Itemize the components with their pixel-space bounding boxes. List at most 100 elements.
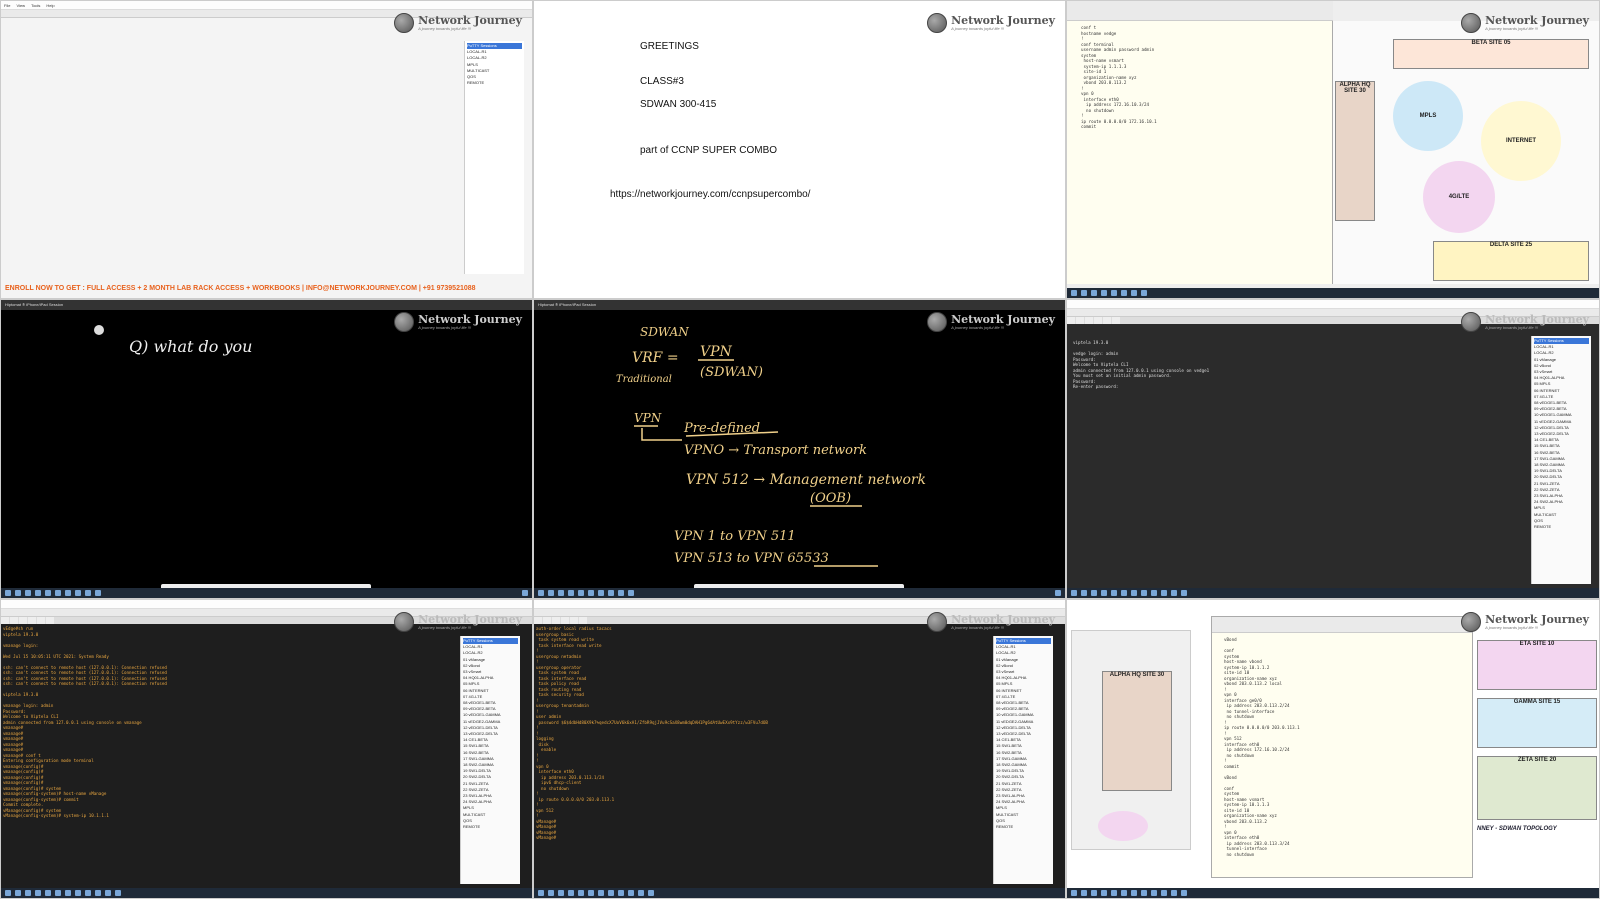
video-thumbnail-grid: File View Tools Help Network Journey A j… <box>0 0 1600 899</box>
menu-bar <box>534 600 1065 609</box>
tree-item[interactable]: REMOTE <box>996 824 1051 830</box>
menu-bar <box>1 600 532 609</box>
taskbar <box>1067 888 1599 898</box>
tree-item[interactable]: REMOTE <box>463 824 518 830</box>
code-line: ip address 203.0.113.2/24 <box>1224 703 1290 708</box>
console-output[interactable]: viptela 19.3.0 vedge login: admin Passwor… <box>1073 340 1209 390</box>
globe-icon <box>1461 312 1482 332</box>
slide-part: part of CCNP SUPER COMBO <box>640 145 778 156</box>
back-icon[interactable] <box>94 325 104 335</box>
taskbar <box>1067 588 1599 598</box>
arrow-line <box>641 428 682 441</box>
tree-item[interactable]: REMOTE <box>1534 524 1589 530</box>
hw-oob: (OOB) <box>810 491 851 506</box>
taskbar <box>534 588 1065 598</box>
menu-file[interactable]: File <box>4 3 10 8</box>
brand-logo: Network Journey A journey towards joyful… <box>394 612 522 632</box>
session-tree[interactable]: PuTTY Sessions LOCAL-R1 LOCAL-R2 MPLS MU… <box>464 41 524 274</box>
console-line: ssh: can't connect to remote host (127.0… <box>3 670 167 675</box>
menu-view[interactable]: View <box>16 3 25 8</box>
site-box: ZETA SITE 20 <box>1477 756 1597 820</box>
cloud <box>1098 811 1148 841</box>
code-line: ip address 172.16.10.2/24 <box>1224 747 1290 752</box>
whiteboard-canvas[interactable]: SDWAN VRF = VPN (SDWAN) Traditional VPN … <box>614 318 974 578</box>
brand-name: Network Journey <box>951 313 1055 326</box>
tile-console-config[interactable]: auth-order local radius tacacs usergroup … <box>533 599 1066 899</box>
hw-vpn-2: VPN <box>634 411 662 425</box>
window-title: Hiptomat ® iPhone/iPad Session <box>1 300 532 310</box>
editor-toolbar <box>1212 617 1472 633</box>
site-box: BETA SITE 05 <box>1393 39 1589 69</box>
menu-help[interactable]: Help <box>46 3 54 8</box>
editor-toolbar <box>1067 1 1333 21</box>
globe-icon <box>394 13 415 33</box>
console-line: vManage# <box>536 835 559 840</box>
site-box: ETA SITE 10 <box>1477 640 1597 690</box>
console-output[interactable]: vEdge#sh run viptela 19.3.0 vmanage login… <box>3 626 167 819</box>
menu-bar <box>1067 300 1599 309</box>
hw-vpn1-511: VPN 1 to VPN 511 <box>674 529 796 544</box>
console-line: password $6$4dbHd80X9k7%qedcX7UoV6k6xA1/… <box>536 719 768 725</box>
globe-icon <box>927 612 948 632</box>
cloud-mpls: MPLS <box>1393 81 1463 151</box>
handwriting-question: Q) what do you <box>129 337 252 356</box>
code-line: commit <box>1081 124 1097 129</box>
taskbar <box>534 888 1065 898</box>
tree-item[interactable]: REMOTE <box>467 80 522 86</box>
globe-icon <box>1461 13 1482 33</box>
brand-name: Network Journey <box>951 14 1055 27</box>
tile-notepad-topology[interactable]: ALPHA HQ SITE 30 vBond conf system host-na… <box>1066 599 1600 899</box>
enroll-banner: ENROLL NOW TO GET : FULL ACCESS + 2 MONT… <box>5 285 476 292</box>
brand-name: Network Journey <box>951 613 1055 626</box>
slide-url[interactable]: https://networkjourney.com/ccnpsupercomb… <box>610 189 810 200</box>
hw-sdwan: SDWAN <box>640 325 689 339</box>
editor-code: vBond conf system host-name vbond system-ip… <box>1224 637 1300 857</box>
tile-whiteboard-blank[interactable]: Hiptomat ® iPhone/iPad Session Q) what d… <box>0 299 533 599</box>
hw-traditional: Traditional <box>616 374 672 385</box>
session-tree[interactable]: PuTTY Sessions LOCAL-R1 LOCAL-R2 01 vManage… <box>1531 336 1591 584</box>
window-title: Hiptomat ® iPhone/iPad Session <box>534 300 1065 310</box>
taskbar <box>1 588 532 598</box>
cloud-lte: 4G/LTE <box>1423 161 1495 233</box>
tile-putty-window[interactable]: File View Tools Help Network Journey A j… <box>0 0 533 299</box>
brand-name: Network Journey <box>418 313 522 326</box>
console-output[interactable]: auth-order local radius tacacs usergroup … <box>536 626 768 841</box>
session-tree[interactable]: PuTTY Sessions LOCAL-R1 LOCAL-R2 01 vManage… <box>460 636 520 884</box>
whiteboard-canvas[interactable]: Q) what do you <box>81 318 441 578</box>
brand-logo: Network Journey A journey towards joyful… <box>927 612 1055 632</box>
brand-name: Network Journey <box>418 14 522 27</box>
topology-sites: ETA SITE 10 GAMMA SITE 15 ZETA SITE 20 <box>1477 640 1597 840</box>
code-line: no shutdown <box>1224 851 1255 857</box>
notepad-editor[interactable]: conf t hostname vedge! conf terminal userna… <box>1067 21 1333 284</box>
site-box: GAMMA SITE 15 <box>1477 698 1597 748</box>
code-line: ip route 0.0.0.0/0 203.0.113.1 <box>1224 725 1300 730</box>
brand-logo: Network Journey A journey towards joyful… <box>1461 312 1589 332</box>
brand-logo: Network Journey A journey towards joyful… <box>1461 612 1589 632</box>
slide-class: CLASS#3 <box>640 76 684 87</box>
brand-logo: Network Journey A journey towards joyful… <box>394 312 522 332</box>
cloud-internet: INTERNET <box>1481 101 1561 181</box>
notepad-editor[interactable]: vBond conf system host-name vbond system-ip… <box>1211 616 1473 878</box>
tile-console-vedge[interactable]: viptela 19.3.0 vedge login: admin Passwor… <box>1066 299 1600 599</box>
tile-console-vmanage[interactable]: vEdge#sh run viptela 19.3.0 vmanage login… <box>0 599 533 899</box>
globe-icon <box>1461 612 1482 632</box>
console-line: ssh: can't connect to remote host (127.0… <box>3 681 167 686</box>
brand-name: Network Journey <box>418 613 522 626</box>
menu-tools[interactable]: Tools <box>31 3 40 8</box>
hw-vpn: VPN <box>700 344 733 360</box>
slide-course: SDWAN 300-415 <box>640 99 717 110</box>
tile-whiteboard-vpn[interactable]: Hiptomat ® iPhone/iPad Session SDWAN VRF… <box>533 299 1066 599</box>
brand-logo: Network Journey A journey towards joyful… <box>927 312 1055 332</box>
code-line: username admin password admin <box>1081 47 1155 52</box>
brand-name: Network Journey <box>1485 313 1589 326</box>
hw-vpn513: VPN 513 to VPN 65533 <box>674 551 829 566</box>
brand-logo: Network Journey A journey towards joyful… <box>927 13 1055 33</box>
site-box: ALPHA HQ SITE 30 <box>1102 671 1172 791</box>
topology-diagram: BETA SITE 05 ALPHA HQ SITE 30 DELTA SITE… <box>1333 21 1599 284</box>
tile-editor-topology[interactable]: conf t hostname vedge! conf terminal userna… <box>1066 0 1600 299</box>
site-box: DELTA SITE 25 <box>1433 241 1589 281</box>
globe-icon <box>927 312 948 332</box>
brand-name: Network Journey <box>1485 613 1589 626</box>
session-tree[interactable]: PuTTY Sessions LOCAL-R1 LOCAL-R2 01 vManage… <box>993 636 1053 884</box>
taskbar <box>1067 288 1599 298</box>
